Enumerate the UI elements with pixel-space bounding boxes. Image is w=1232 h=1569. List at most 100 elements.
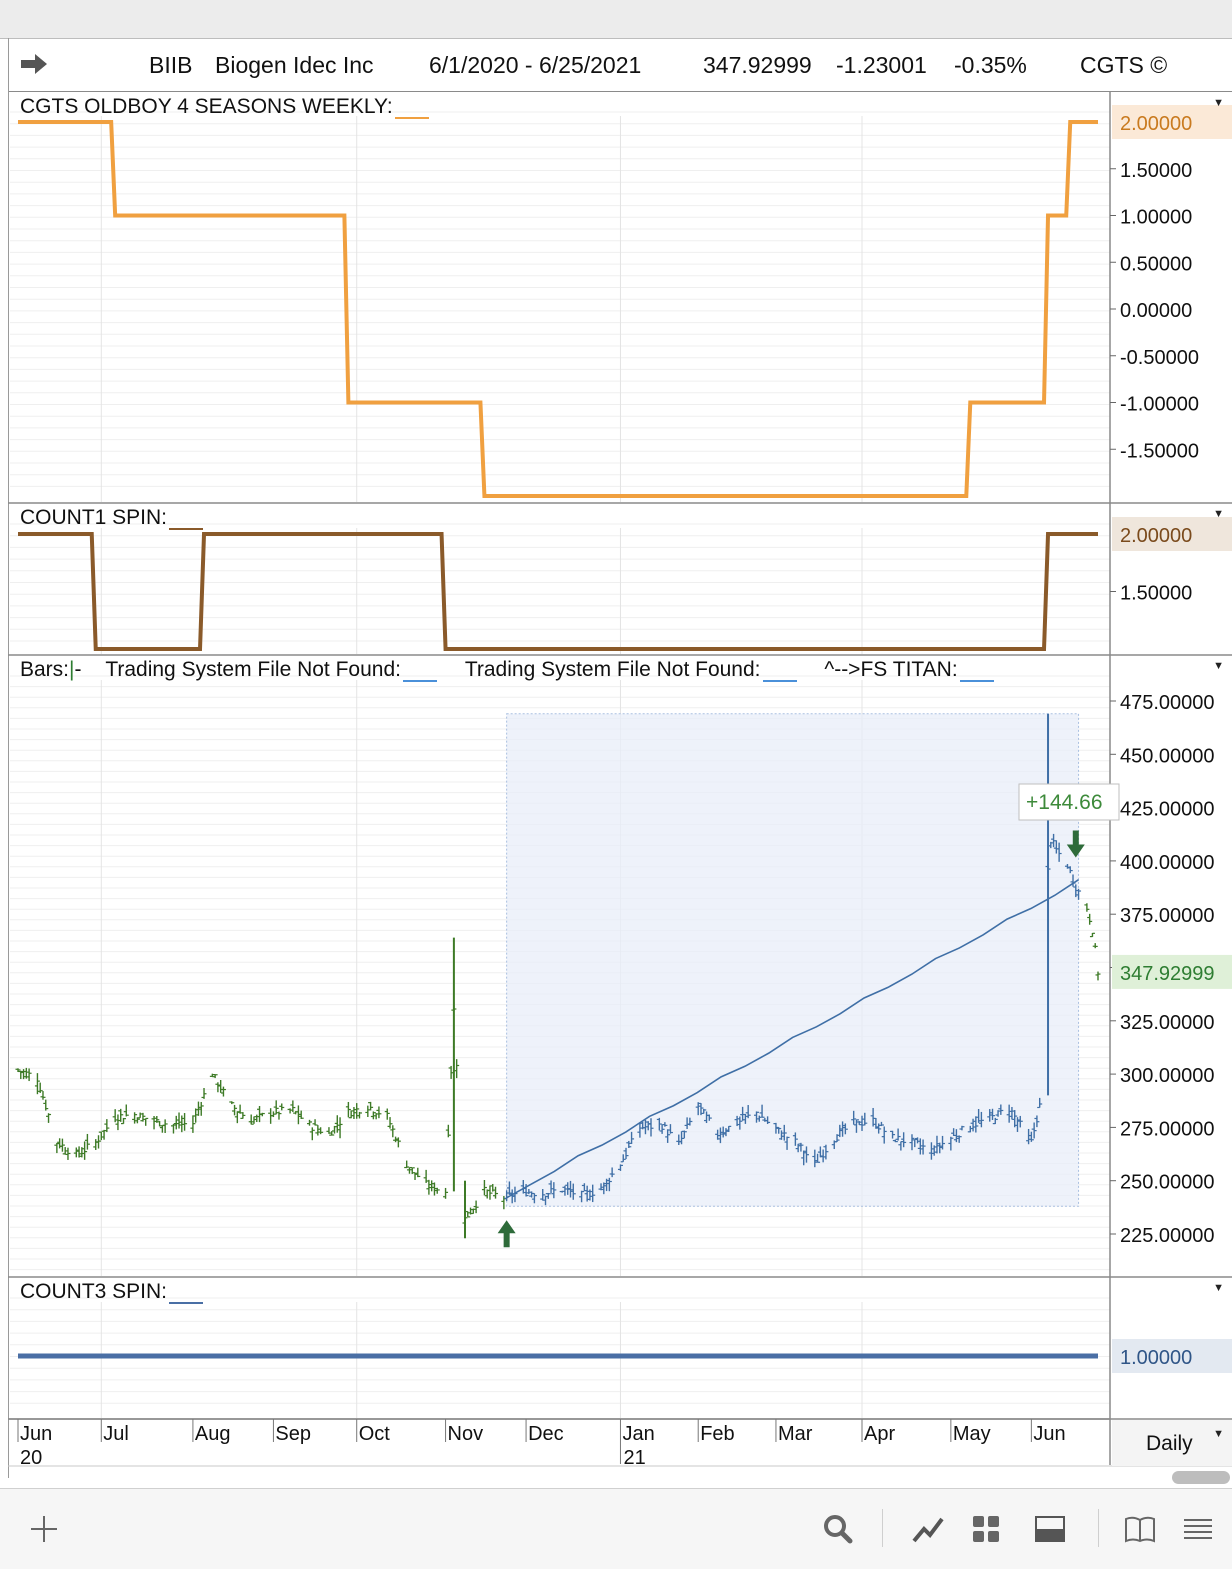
window-pane-icon[interactable] — [1032, 1511, 1068, 1547]
y-tick-label: 0.50000 — [1120, 253, 1192, 275]
buy-arrow-icon — [497, 1220, 516, 1248]
timeframe-label: Daily — [1146, 1432, 1193, 1455]
x-tick-label: Aug — [195, 1423, 231, 1445]
ohlc-bar — [445, 1124, 451, 1138]
ohlc-bar — [404, 1160, 410, 1169]
ohlc-bar — [423, 1169, 429, 1183]
x-tick-label: Dec — [528, 1423, 564, 1445]
ohlc-bar — [406, 1166, 412, 1174]
x-tick-label: Oct — [359, 1423, 391, 1445]
ohlc-bar — [1084, 903, 1090, 912]
y-tick-label: 375.00000 — [1120, 905, 1215, 927]
ohlc-bar — [59, 1138, 65, 1152]
series-line — [18, 532, 1098, 651]
ohlc-bar — [368, 1101, 374, 1111]
book-icon[interactable] — [1122, 1511, 1158, 1547]
y-tick-label: 300.00000 — [1120, 1065, 1215, 1087]
ohlc-bar — [157, 1121, 163, 1127]
x-tick-label: Jan — [622, 1423, 654, 1445]
ohlc-bar — [84, 1133, 90, 1150]
trade-range-box — [506, 713, 1080, 1207]
timeframe-dropdown-icon[interactable]: ▼ — [1213, 1428, 1224, 1440]
ohlc-bar — [112, 1109, 118, 1123]
last-value-label: 2.00000 — [1120, 525, 1192, 547]
x-tick-label: Feb — [700, 1423, 734, 1445]
magnifier-icon[interactable] — [820, 1511, 856, 1547]
pane1-title: CGTS OLDBOY 4 SEASONS WEEKLY: — [20, 95, 429, 119]
ohlc-bar — [270, 1111, 276, 1118]
y-tick-label: 425.00000 — [1120, 799, 1215, 821]
ohlc-bar — [132, 1112, 138, 1124]
ohlc-bar — [229, 1101, 235, 1105]
ohlc-bar — [65, 1147, 71, 1160]
ohlc-bar — [309, 1127, 315, 1141]
ohlc-bar — [259, 1112, 265, 1117]
trading-system-2-label: Trading System File Not Found: — [464, 658, 761, 681]
y-tick-label: 1.50000 — [1120, 160, 1192, 182]
ohlc-bar — [493, 1186, 499, 1199]
trade-gain-label: +144.66 — [1026, 791, 1103, 814]
ohlc-bar — [190, 1115, 196, 1133]
y-tick-label: 250.00000 — [1120, 1172, 1215, 1194]
bottom-toolbar — [0, 1488, 1232, 1569]
pane2-collapse-icon[interactable]: ▼ — [1213, 508, 1224, 520]
ohlc-bar — [356, 1111, 362, 1119]
ohlc-bar — [173, 1115, 179, 1130]
chart-canvas[interactable]: 1.50000 1.00000 0.50000 0.00000 -0.50000 -1.0… — [0, 0, 1232, 1488]
last-value-label: 347.92999 — [1120, 963, 1215, 985]
ohlc-bar — [365, 1105, 371, 1117]
ohlc-bar — [315, 1125, 321, 1136]
ohlc-bar — [1089, 932, 1095, 938]
ohlc-bar — [332, 1125, 338, 1134]
ohlc-bar — [387, 1117, 393, 1129]
y-tick-label: -0.50000 — [1120, 347, 1199, 369]
pane4-title: COUNT3 SPIN: — [20, 1280, 204, 1304]
y-tick-label: -1.50000 — [1120, 440, 1199, 462]
x-year-label: 21 — [623, 1447, 645, 1469]
toolbar-separator — [882, 1509, 883, 1547]
y-tick-label: 1.00000 — [1120, 207, 1192, 229]
plus-icon[interactable] — [26, 1511, 62, 1547]
horizontal-scrollbar[interactable] — [1172, 1471, 1230, 1484]
ohlc-bar — [115, 1114, 121, 1131]
ohlc-bar — [195, 1101, 201, 1116]
ohlc-bar — [487, 1185, 493, 1200]
ohlc-bar — [390, 1125, 396, 1138]
x-tick-label: Jul — [103, 1423, 129, 1445]
last-value-label: 2.00000 — [1120, 113, 1192, 135]
ohlc-bar — [279, 1103, 285, 1111]
pane3-title: Bars:|- Trading System File Not Found: T… — [20, 658, 994, 682]
ohlc-bar — [93, 1139, 99, 1150]
ohlc-bar — [21, 1069, 27, 1080]
ohlc-bar — [220, 1086, 226, 1097]
y-tick-label: 225.00000 — [1120, 1225, 1215, 1247]
pane1-collapse-icon[interactable]: ▼ — [1213, 97, 1224, 109]
y-tick-label: 450.00000 — [1120, 745, 1215, 767]
ohlc-bar — [468, 1207, 474, 1215]
toolbar-separator — [1098, 1509, 1099, 1547]
ohlc-bar — [415, 1167, 421, 1178]
ohlc-bar — [176, 1112, 182, 1129]
hamburger-icon[interactable] — [1180, 1511, 1216, 1547]
ohlc-bar — [1087, 913, 1093, 925]
ohlc-bar — [337, 1117, 343, 1139]
trendline-icon[interactable] — [910, 1511, 946, 1547]
x-tick-label: Jun — [1033, 1423, 1065, 1445]
ohlc-bar — [215, 1082, 221, 1093]
x-tick-label: May — [953, 1423, 991, 1445]
ohlc-bar — [40, 1091, 46, 1100]
ohlc-bar — [182, 1113, 188, 1131]
ohlc-bar — [54, 1142, 60, 1154]
trading-system-1-label: Trading System File Not Found: — [105, 658, 401, 681]
ohlc-bar — [276, 1111, 282, 1120]
x-tick-label: Jun — [20, 1423, 52, 1445]
ohlc-bar — [376, 1106, 382, 1119]
ohlc-bar — [298, 1110, 304, 1119]
y-tick-label: 325.00000 — [1120, 1012, 1215, 1034]
grid-icon[interactable] — [968, 1511, 1004, 1547]
pane4-collapse-icon[interactable]: ▼ — [1213, 1282, 1224, 1294]
ohlc-bar — [137, 1112, 143, 1119]
titan-label: ^-->FS TITAN: — [824, 658, 958, 681]
ohlc-bar — [481, 1179, 487, 1196]
pane3-collapse-icon[interactable]: ▼ — [1213, 660, 1224, 672]
